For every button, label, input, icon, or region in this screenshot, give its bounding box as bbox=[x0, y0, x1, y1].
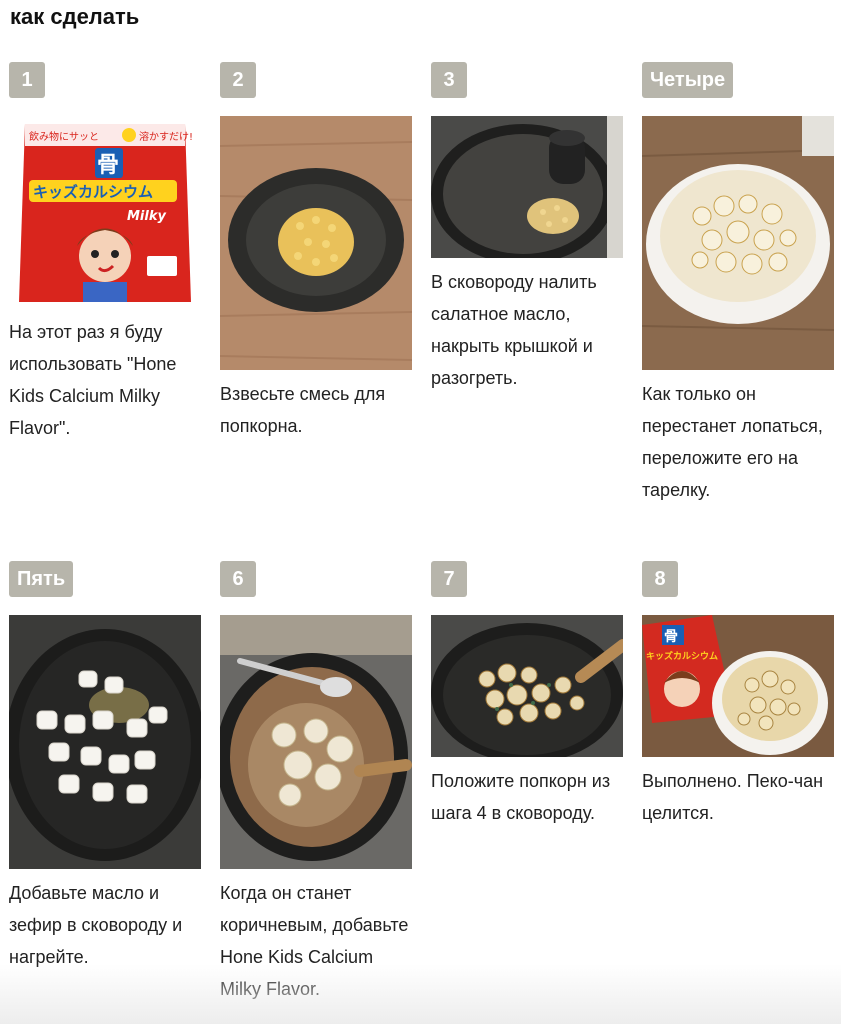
step-photo-marshmallows-in-pan[interactable] bbox=[9, 615, 201, 869]
pack-kanji: 骨 bbox=[97, 153, 119, 178]
step-photo-popcorn-in-pan[interactable] bbox=[431, 615, 623, 757]
pack-kanji: 骨 bbox=[664, 628, 678, 645]
step-number-badge: 1 bbox=[9, 62, 45, 98]
section-title: как сделать bbox=[10, 4, 140, 29]
step-photo-calcium-package[interactable]: 飲み物にサッと 溶かすだけ! 骨 キッズカルシウム Milky bbox=[9, 116, 201, 308]
step-photo-adding-calcium[interactable] bbox=[220, 615, 412, 869]
step-7: 7 Положите попкорн из шага 4 в сковороду… bbox=[431, 561, 623, 981]
step-number-badge: Пять bbox=[9, 561, 74, 597]
pack-product-name: キッズカルシウム bbox=[33, 183, 153, 201]
step-caption: Добавьте масло и зефир в сковороду и наг… bbox=[9, 883, 183, 967]
step-number-badge: 8 bbox=[642, 561, 678, 597]
pack-product-name: キッズカルシウム bbox=[646, 650, 718, 662]
bottom-scroll-fade bbox=[0, 964, 841, 1024]
pack-slogan-right: 溶かすだけ! bbox=[139, 130, 193, 143]
step-caption: В сковороду налить салатное масло, накры… bbox=[431, 272, 597, 388]
step-5: Пять Добавьте масло и зефир в сковороду … bbox=[9, 561, 201, 981]
step-4: Четыре Как только он перестанет лопаться… bbox=[642, 62, 834, 542]
step-caption: На этот раз я буду использовать "Hone Ki… bbox=[9, 322, 177, 438]
step-number-badge: 3 bbox=[431, 62, 467, 98]
step-number-badge: Четыре bbox=[642, 62, 734, 98]
step-photo-popcorn-bowl[interactable] bbox=[642, 116, 834, 370]
pack-milky: Milky bbox=[127, 209, 166, 224]
step-caption: Выполнено. Пеко-чан целится. bbox=[642, 771, 824, 823]
step-6: 6 Когда он станет коричневым, добавьте H… bbox=[220, 561, 412, 1021]
step-photo-kernels-in-pan[interactable] bbox=[220, 116, 412, 370]
step-photo-finished-popcorn[interactable]: 骨 キッズカルシウム bbox=[642, 615, 834, 757]
step-number-badge: 7 bbox=[431, 561, 467, 597]
step-caption: Взвесьте смесь для попкорна. bbox=[220, 384, 386, 436]
step-photo-pan-with-lid[interactable] bbox=[431, 116, 623, 258]
step-8: 8 骨 キッズカルシウム Выполнено. Пеко-чан целится… bbox=[642, 561, 834, 981]
step-caption: Как только он перестанет лопаться, перел… bbox=[642, 384, 823, 500]
step-number-badge: 6 bbox=[220, 561, 256, 597]
pack-slogan-left: 飲み物にサッと bbox=[29, 130, 99, 143]
step-3: 3 В сковороду налить салатное масло, нак… bbox=[431, 62, 623, 482]
step-number-badge: 2 bbox=[220, 62, 256, 98]
step-2: 2 Взвесьте смесь для попкорна. bbox=[220, 62, 412, 482]
step-caption: Положите попкорн из шага 4 в сковороду. bbox=[431, 771, 611, 823]
step-1: 1 飲み物にサッと 溶かすだけ! 骨 キッズカルシウム Milky На это… bbox=[9, 62, 201, 482]
